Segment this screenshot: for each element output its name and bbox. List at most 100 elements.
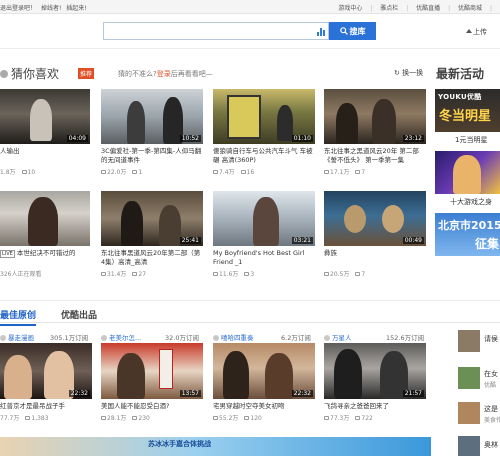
- video-title[interactable]: 傻狼骑自行车与公共汽车斗气 车被碾 高清(360P): [213, 147, 315, 165]
- video-thumbnail[interactable]: 22:32: [0, 343, 92, 399]
- video-card[interactable]: 25:41 东北往事黑道风云20年第二部（第4集）高清_高清 31.4万 27: [101, 191, 203, 278]
- promo-banner[interactable]: 北京市2015年 征集: [435, 213, 500, 256]
- promo-caption[interactable]: 1元当明星: [455, 135, 487, 145]
- video-meta: 1.8万 10: [0, 167, 90, 176]
- play-count: 11.6万: [219, 271, 239, 278]
- mini-title[interactable]: 奥林: [484, 440, 498, 450]
- video-card[interactable]: 00:49 彝族 20.5万 7: [324, 191, 426, 278]
- channel-name[interactable]: 暴走漫画: [8, 334, 34, 342]
- play-count: 20.5万: [330, 271, 350, 278]
- video-thumbnail[interactable]: 22:32: [213, 343, 315, 399]
- ad-banner[interactable]: 苏冰冰手嘉合体挑战: [0, 437, 431, 456]
- video-thumbnail[interactable]: [0, 191, 90, 246]
- video-card[interactable]: 01:10 傻狼骑自行车与公共汽车斗气 车被碾 高清(360P) 7.4万 16: [213, 89, 315, 176]
- channel-name[interactable]: 万星人: [332, 334, 352, 342]
- video-thumbnail[interactable]: 13:57: [101, 343, 203, 399]
- top-link-mall[interactable]: 优酷商城: [458, 5, 482, 12]
- tab-best-original[interactable]: 最佳原创: [0, 308, 37, 326]
- video-title[interactable]: 红普京才是最吊战子手: [0, 402, 92, 411]
- hint-text: 猜的不准么?: [118, 70, 157, 78]
- top-link[interactable]: 插起来!: [66, 5, 86, 12]
- channel-name[interactable]: 嘻哈四重奏: [221, 334, 254, 342]
- top-link-live[interactable]: 优酷直播: [416, 5, 440, 12]
- mini-thumbnail[interactable]: [458, 367, 480, 389]
- video-title[interactable]: 宅男穿越时空夺美女初吻: [213, 402, 315, 411]
- video-thumbnail[interactable]: 21:57: [324, 343, 426, 399]
- duration-badge: 10:52: [179, 135, 201, 142]
- video-thumbnail[interactable]: 23:12: [324, 89, 426, 144]
- video-card[interactable]: 22:32 宅男穿越时空夺美女初吻 55.2万 120: [213, 343, 315, 422]
- duration-badge: 22:32: [291, 390, 313, 397]
- video-card[interactable]: LIVE 本世纪决不可错过的 326人正在观看: [0, 191, 90, 278]
- video-thumbnail[interactable]: 04:09: [0, 89, 90, 144]
- promo-art-text: 北京市2015年: [438, 219, 500, 232]
- mini-title[interactable]: 请侯: [484, 334, 498, 344]
- top-link-2[interactable]: 雅点栏: [380, 5, 398, 12]
- video-card[interactable]: 13:57 美国人能不能忍受白酒? 28.1万 230: [101, 343, 203, 422]
- video-card[interactable]: 23:12 东北往事之黑道风云20年 第二部《誓不低头》 第一季第一集 17.1…: [324, 89, 426, 176]
- top-bar-right: 游戏中心 | 雅点栏 | 优酷直播 | 优酷商城 |: [332, 3, 492, 12]
- thumb-figure: [127, 101, 145, 144]
- video-card[interactable]: 22:32 红普京才是最吊战子手 77.7万 1,383: [0, 343, 92, 422]
- video-thumbnail[interactable]: 10:52: [101, 89, 203, 144]
- mini-title[interactable]: 在女: [484, 369, 498, 379]
- video-title[interactable]: 彝族: [324, 249, 426, 267]
- video-title[interactable]: 人输出: [0, 147, 90, 165]
- comment-count: 722: [361, 415, 373, 422]
- mini-thumbnail[interactable]: [458, 402, 480, 424]
- search-input[interactable]: [103, 22, 329, 40]
- tab-youku-produced[interactable]: 优酷出品: [61, 308, 97, 321]
- channel-header[interactable]: 万星人 152.6万订阅: [324, 332, 434, 342]
- recent-title: 最新活动: [436, 67, 485, 81]
- video-meta: 31.4万 27: [101, 269, 203, 278]
- thumb-bus: [227, 95, 261, 139]
- duration-badge: 21:57: [402, 390, 424, 397]
- channel-header[interactable]: 嘻哈四重奏 6.2万订阅: [213, 332, 315, 342]
- mini-thumbnail[interactable]: [458, 330, 480, 352]
- video-thumbnail[interactable]: 25:41: [101, 191, 203, 246]
- play-count: 77.7万: [0, 415, 20, 422]
- divider: [0, 300, 500, 301]
- channel-name[interactable]: 老美尔怎...: [109, 334, 141, 342]
- video-title[interactable]: My Boyfriend's Hot Best Girl Friend _1: [213, 249, 315, 267]
- channel-header[interactable]: 老美尔怎... 32.0万订阅: [101, 332, 203, 342]
- duration-badge: 25:41: [179, 237, 201, 244]
- video-title[interactable]: 美国人能不能忍受白酒?: [101, 402, 203, 411]
- promo-art-text: 征集: [475, 237, 500, 251]
- subscriber-count: 6.2万订阅: [281, 334, 311, 342]
- video-card[interactable]: 21:57 飞鸽寻亲之爸爸回来了 77.3万 722: [324, 343, 426, 422]
- video-title[interactable]: 东北往事之黑道风云20年 第二部《誓不低头》 第一季第一集: [324, 147, 426, 165]
- thumb-figure: [28, 197, 58, 246]
- video-title[interactable]: 飞鸽寻亲之爸爸回来了: [324, 402, 426, 411]
- top-link[interactable]: 掉线者!: [41, 5, 61, 12]
- divider: |: [488, 5, 492, 12]
- bar-chart-icon[interactable]: [317, 26, 325, 36]
- upload-button[interactable]: 上传: [466, 27, 487, 37]
- video-card[interactable]: 03:21 My Boyfriend's Hot Best Girl Frien…: [213, 191, 315, 278]
- video-card[interactable]: 10:52 3C偏爱社-第一季-第四集-人仰马翻的无间道事件 22.0万 1: [101, 89, 203, 176]
- video-meta: 55.2万 120: [213, 413, 315, 422]
- search-button-label: 搜库: [349, 26, 366, 36]
- comment-count: 7: [361, 169, 366, 176]
- promo-banner[interactable]: [435, 151, 500, 194]
- promo-banner[interactable]: YOUKU优酷 冬当明星: [435, 89, 500, 132]
- video-card[interactable]: 04:09 人输出 1.8万 10: [0, 89, 90, 176]
- play-count: 22.0万: [107, 169, 127, 176]
- top-link[interactable]: 退出登录吧！: [0, 5, 36, 12]
- video-title[interactable]: LIVE 本世纪决不可错过的: [0, 249, 90, 267]
- login-link[interactable]: 登录: [157, 70, 171, 78]
- promo-caption[interactable]: 十大游戏之身: [450, 197, 492, 207]
- refresh-button[interactable]: ↻ 换一换: [394, 68, 423, 78]
- video-title[interactable]: 3C偏爱社-第一季-第四集-人仰马翻的无间道事件: [101, 147, 203, 165]
- video-thumbnail[interactable]: 01:10: [213, 89, 315, 144]
- thumb-figure: [453, 155, 481, 194]
- video-thumbnail[interactable]: 03:21: [213, 191, 315, 246]
- top-link-game-center[interactable]: 游戏中心: [338, 5, 362, 12]
- video-thumbnail[interactable]: 00:49: [324, 191, 426, 246]
- channel-header[interactable]: 暴走漫画 305.1万订阅: [0, 332, 102, 342]
- video-title[interactable]: 东北往事黑道风云20年第二部（第4集）高清_高清: [101, 249, 203, 267]
- search-button[interactable]: 搜库: [329, 22, 376, 40]
- mini-title[interactable]: 这是: [484, 404, 498, 414]
- video-meta: 17.1万 7: [324, 167, 426, 176]
- mini-thumbnail[interactable]: [458, 436, 480, 456]
